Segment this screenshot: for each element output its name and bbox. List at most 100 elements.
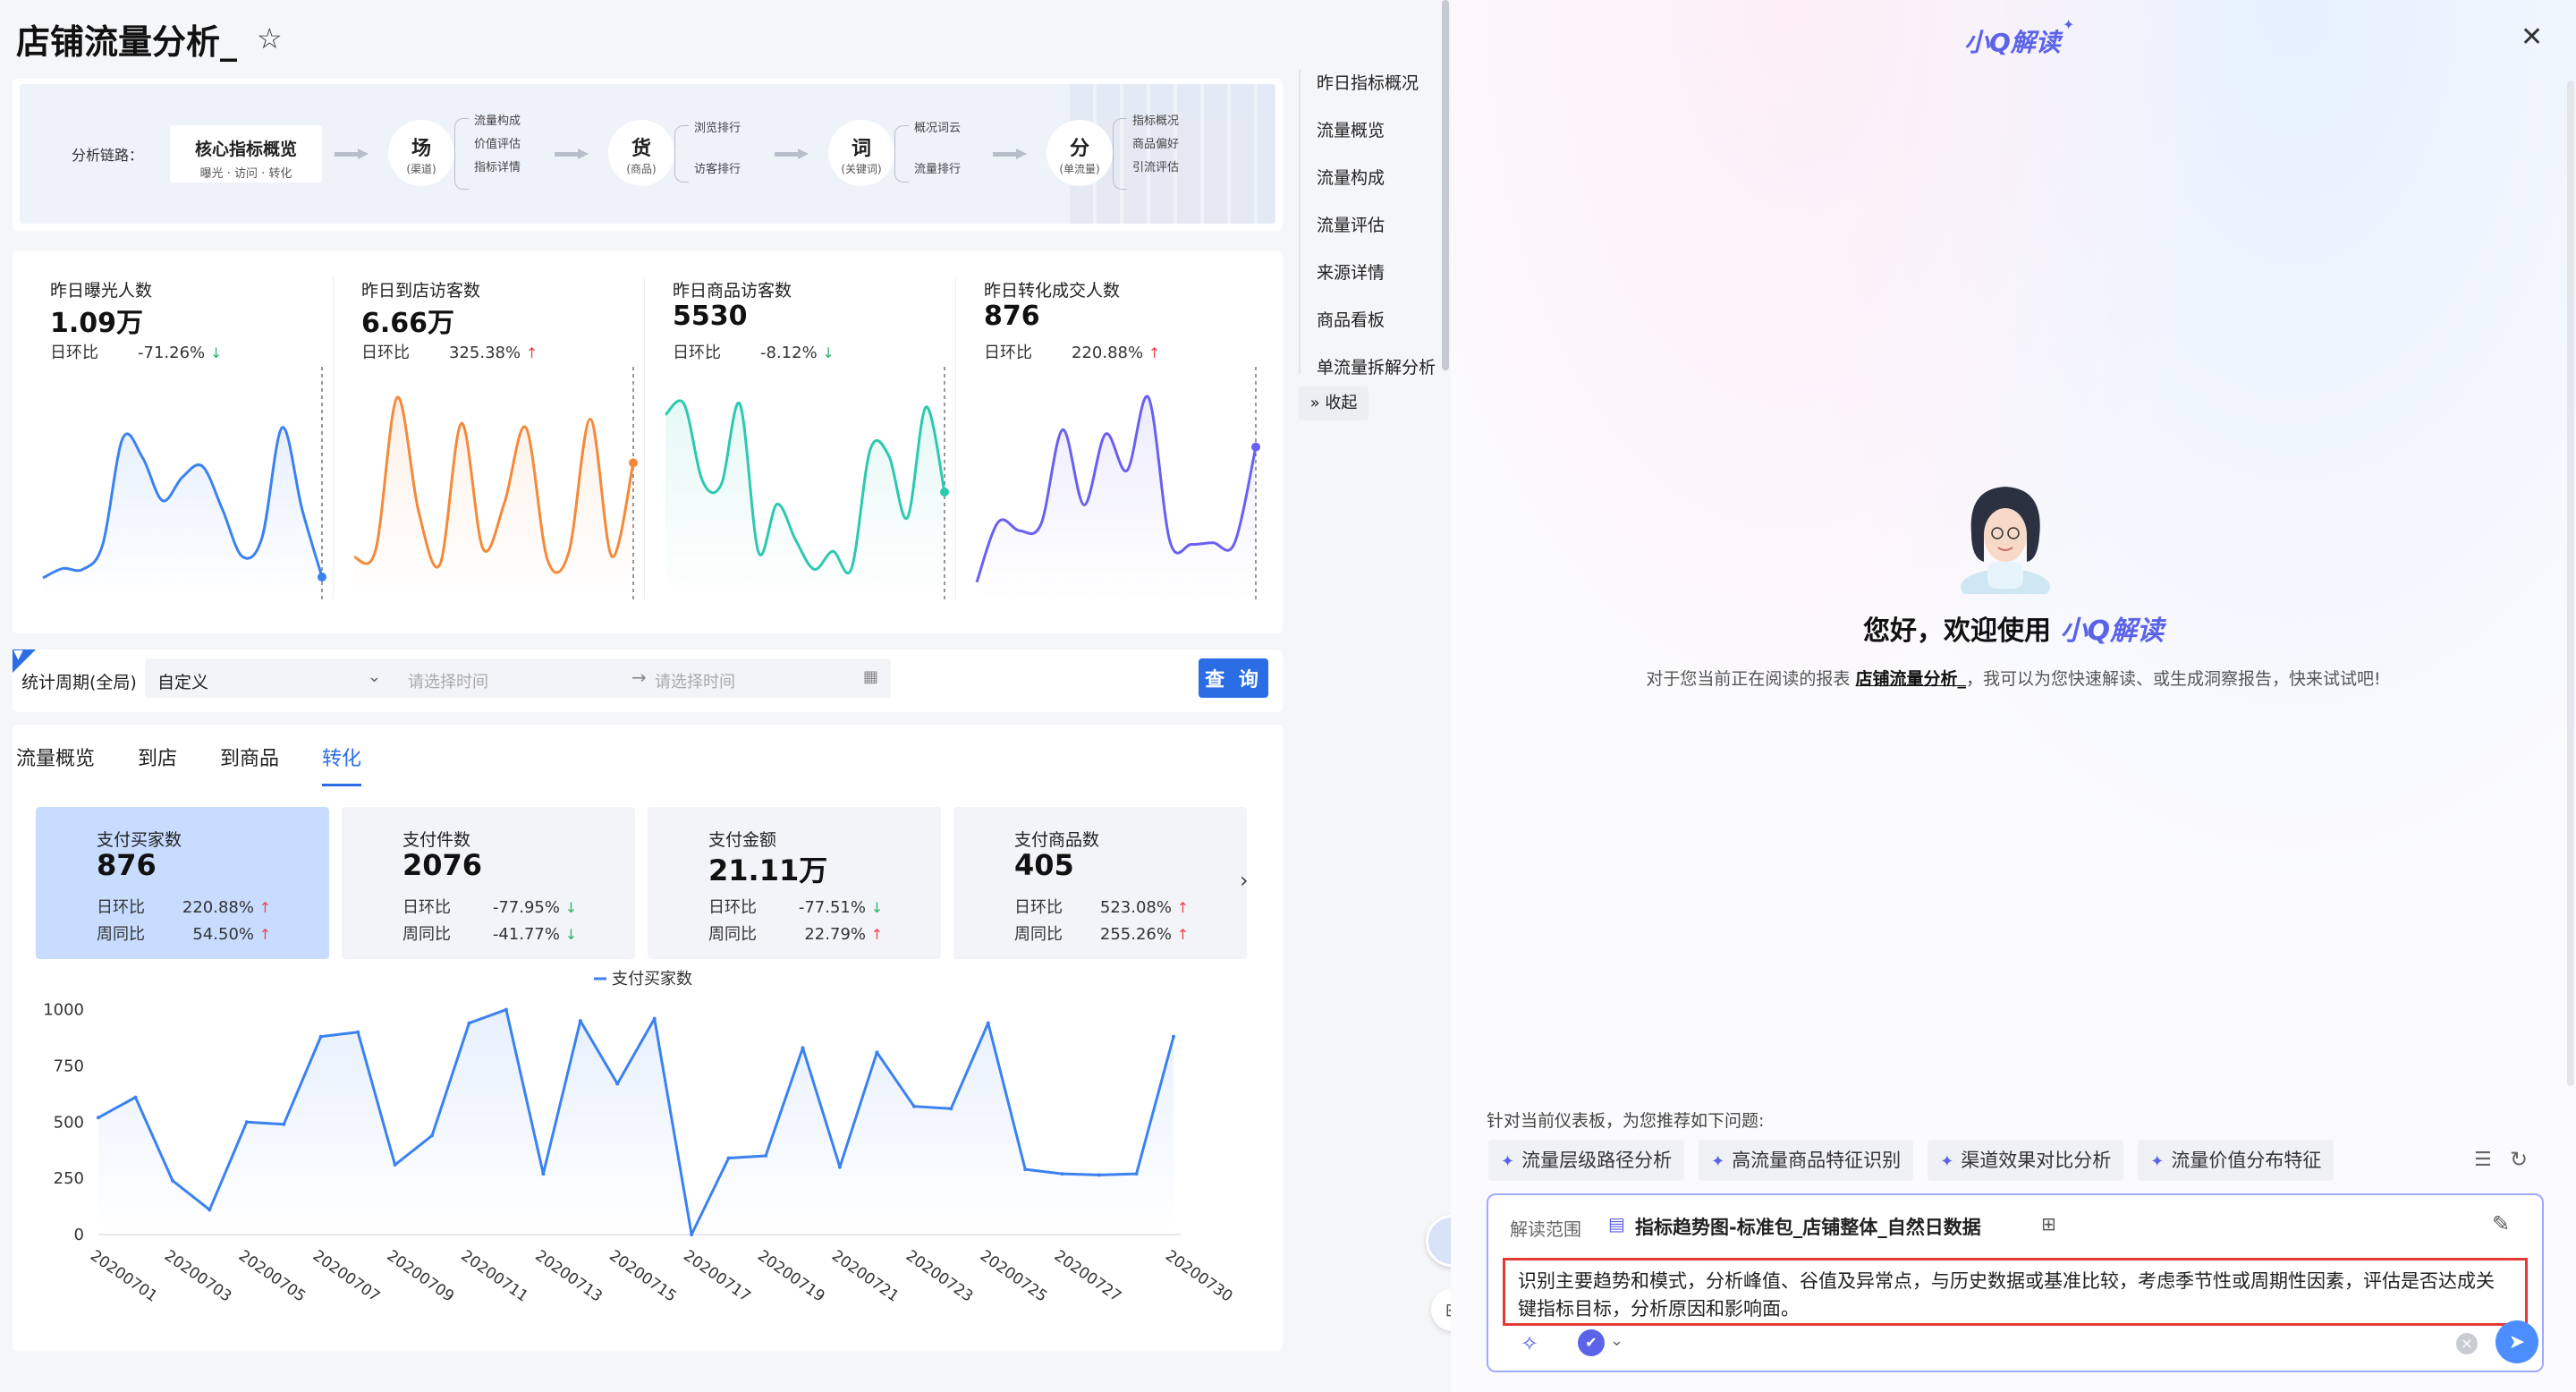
chain-node[interactable]: 词 (关键词) — [828, 120, 894, 186]
data-point — [1060, 1172, 1064, 1176]
model-select-icon[interactable]: ✔ — [1578, 1329, 1605, 1356]
core-metrics-node[interactable]: 核心指标概览 曝光 · 访问 · 转化 — [170, 125, 322, 182]
chain-branch[interactable]: 指标详情 — [474, 157, 521, 174]
data-point — [356, 1030, 360, 1034]
metric-card[interactable]: 支付件数 2076 日环比 -77.95% ↓ 周同比 -41.77% ↓ — [342, 807, 635, 959]
legend-label[interactable]: 支付买家数 — [612, 970, 692, 989]
list-icon[interactable]: ☰ — [2474, 1149, 2492, 1171]
tab-1[interactable]: 到店 — [138, 743, 177, 786]
metric-value: 405 — [1014, 848, 1074, 882]
kpi-card[interactable]: 昨日商品访客数 5530 日环比 -8.12% ↓ — [644, 250, 953, 633]
chain-branch[interactable]: 流量排行 — [914, 159, 961, 176]
edit-icon[interactable]: ✎ — [2492, 1211, 2510, 1236]
trend-down-icon: ↓ — [822, 344, 835, 361]
send-button[interactable]: ➤ — [2496, 1320, 2538, 1363]
cmp-label: 日环比 — [361, 344, 410, 362]
clear-icon[interactable]: × — [2456, 1333, 2478, 1354]
assistant-title: 小Q解读 — [1964, 28, 2061, 57]
sparkle-wand-icon: ✦ — [1940, 1152, 1954, 1171]
trend-down-icon: ↓ — [209, 344, 223, 361]
period-select[interactable]: 自定义 ⌄ — [145, 658, 397, 698]
report-link[interactable]: 店铺流量分析_ — [1855, 669, 1966, 689]
metric-label: 支付金额 — [708, 830, 777, 850]
outline-item[interactable]: 商品看板 — [1317, 307, 1442, 331]
star-icon[interactable]: ☆ — [257, 21, 283, 55]
chain-node[interactable]: 货 (商品) — [608, 120, 674, 186]
chain-node[interactable]: 场 (渠道) — [388, 120, 454, 186]
outline-item[interactable]: 昨日指标概况 — [1317, 70, 1442, 94]
x-tick-label: 20200713 — [532, 1247, 606, 1306]
suggestion-chip[interactable]: ✦ 渠道效果对比分析 — [1928, 1140, 2124, 1181]
data-point — [541, 1172, 546, 1176]
chain-branch[interactable]: 引流评估 — [1132, 157, 1179, 174]
query-button[interactable]: 查 询 — [1199, 658, 1268, 698]
chain-branch[interactable]: 指标概况 — [1132, 111, 1179, 128]
chevron-down-icon: ⌄ — [367, 667, 381, 686]
prompt-textarea[interactable]: 识别主要趋势和模式，分析峰值、谷值及异常点，与历史数据或基准比较，考虑季节性或周… — [1503, 1258, 2528, 1326]
trend-up-icon: ↑ — [870, 926, 884, 943]
chip-label: 流量价值分布特征 — [2171, 1150, 2322, 1171]
suggestion-chip[interactable]: ✦ 流量价值分布特征 — [2138, 1140, 2334, 1181]
metric-card[interactable]: 支付商品数 405 日环比 523.08% ↑ 周同比 255.26% ↑ — [953, 807, 1247, 959]
chart-icon: ▤ — [1608, 1213, 1625, 1235]
data-point — [282, 1122, 286, 1126]
chip-label: 流量层级路径分析 — [1521, 1150, 1673, 1171]
chain-node[interactable]: 分 (单流量) — [1046, 120, 1113, 186]
start-date-input[interactable]: 请选择时间 — [408, 669, 488, 692]
kpi-card[interactable]: 昨日转化成交人数 876 日环比 220.88% ↑ — [955, 250, 1265, 633]
sparkline-area — [977, 396, 1256, 599]
cmp-label: 周同比 — [1014, 925, 1063, 944]
sparkline-area — [43, 427, 322, 599]
metric-card[interactable]: 支付买家数 876 日环比 220.88% ↑ 周同比 54.50% ↑ — [36, 807, 329, 959]
outline-item[interactable]: 来源详情 — [1317, 259, 1442, 284]
suggestion-chip[interactable]: ✦ 流量层级路径分析 — [1488, 1140, 1685, 1181]
chain-branch[interactable]: 概况词云 — [914, 118, 961, 135]
collapse-button[interactable]: » 收起 — [1299, 386, 1368, 420]
tab-0[interactable]: 流量概览 — [16, 743, 95, 786]
refresh-icon[interactable]: ↻ — [2510, 1147, 2528, 1172]
outline-item[interactable]: 流量评估 — [1317, 212, 1442, 236]
end-date-input[interactable]: 请选择时间 — [655, 669, 735, 692]
tab-2[interactable]: 到商品 — [220, 743, 279, 786]
arrow-right-icon — [335, 149, 370, 159]
magic-wand-icon[interactable]: ✧ — [1521, 1331, 1538, 1356]
suggestion-chip[interactable]: ✦ 高流量商品特征识别 — [1699, 1140, 1914, 1181]
data-point — [986, 1021, 990, 1025]
cmp-value: -71.26% — [138, 344, 206, 362]
x-tick-label: 20200730 — [1162, 1247, 1235, 1306]
chain-branch[interactable]: 商品偏好 — [1132, 134, 1179, 151]
chain-branch[interactable]: 价值评估 — [474, 134, 521, 151]
data-point — [801, 1046, 805, 1050]
outline-item[interactable]: 单流量拆解分析 — [1317, 354, 1442, 378]
outline-item[interactable]: 流量构成 — [1317, 165, 1442, 189]
scrollbar[interactable] — [1442, 0, 1449, 370]
data-point — [726, 1156, 731, 1160]
kpi-card[interactable]: 昨日曝光人数 1.09万 日环比 -71.26% ↓ — [25, 250, 331, 633]
panel-scrollbar[interactable] — [2567, 81, 2574, 1086]
data-point — [690, 1233, 694, 1236]
metric-value: 2076 — [402, 848, 483, 882]
chain-branch[interactable]: 浏览排行 — [694, 118, 741, 135]
date-range-picker[interactable]: 请选择时间 → 请选择时间 ▦ — [395, 658, 891, 698]
y-tick-label: 750 — [54, 1057, 84, 1075]
outline-item[interactable]: 流量概览 — [1317, 117, 1442, 141]
chain-branch[interactable]: 流量构成 — [474, 111, 521, 128]
filter-bar: ▼ 统计周期(全局) 自定义 ⌄ 请选择时间 → 请选择时间 ▦ 查 询 — [13, 649, 1283, 712]
node-subtitle: (单流量) — [1059, 163, 1100, 175]
x-tick-label: 20200715 — [606, 1247, 679, 1306]
table-settings-icon[interactable]: ⊞ — [2041, 1213, 2056, 1235]
metric-card[interactable]: 支付金额 21.11万 日环比 -77.51% ↓ 周同比 22.79% ↑ — [648, 807, 941, 959]
tab-3[interactable]: 转化 — [322, 743, 362, 786]
cmp-value: -8.12% — [760, 344, 818, 362]
x-tick-label: 20200705 — [235, 1247, 309, 1306]
assistant-panel: 小Q解读 ✦ ✕ 您好，欢迎使用 小Q解读 对于您当前正在阅读的报表 店铺流量分… — [1451, 0, 2576, 1392]
close-icon[interactable]: ✕ — [2521, 21, 2543, 53]
kpi-card[interactable]: 昨日到店访客数 6.66万 日环比 325.38% ↑ — [333, 250, 642, 633]
scope-value[interactable]: 指标趋势图-标准包_店铺整体_自然日数据 — [1635, 1213, 1981, 1240]
chevron-down-icon[interactable]: ⌄ — [1610, 1331, 1623, 1350]
week-comparison: 周同比 22.79% ↑ — [708, 921, 883, 945]
chevron-right-icon[interactable]: › — [1240, 868, 1249, 893]
y-tick-label: 0 — [74, 1226, 84, 1244]
data-point — [764, 1154, 768, 1158]
chain-branch[interactable]: 访客排行 — [694, 159, 741, 176]
